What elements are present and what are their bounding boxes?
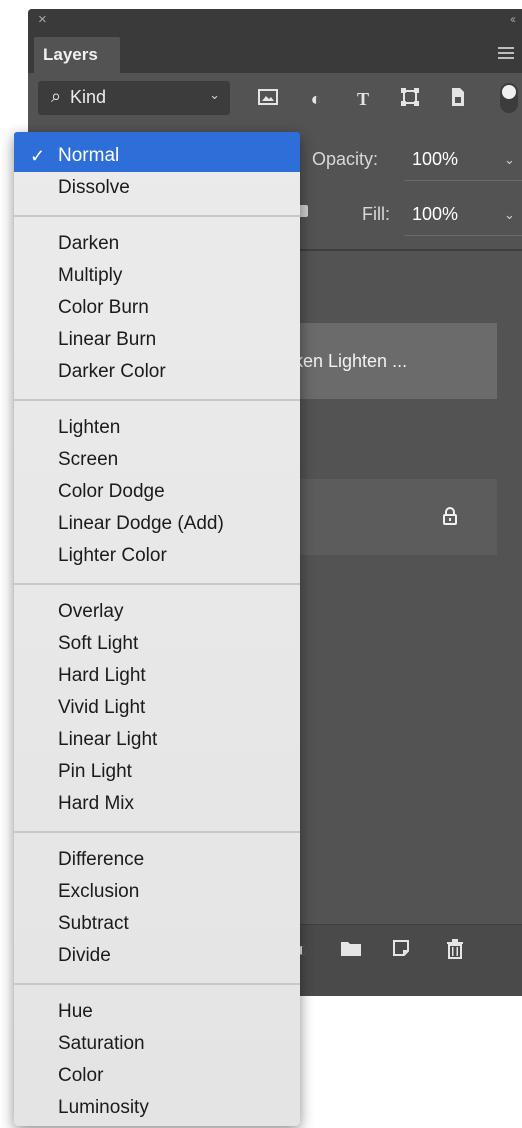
menu-item-label: Hue (58, 1001, 93, 1022)
menu-item-pin-light[interactable]: Pin Light (14, 756, 300, 788)
type-filter-icon[interactable]: T (351, 87, 375, 111)
menu-item-label: Saturation (58, 1033, 145, 1054)
menu-separator (14, 215, 300, 217)
menu-item-label: Linear Dodge (Add) (58, 513, 224, 534)
menu-item-hard-light[interactable]: Hard Light (14, 660, 300, 692)
menu-item-saturation[interactable]: Saturation (14, 1028, 300, 1060)
menu-item-label: Hard Mix (58, 793, 135, 814)
menu-item-label: Dissolve (58, 177, 130, 198)
menu-item-label: Soft Light (58, 633, 139, 654)
menu-separator (14, 399, 300, 401)
trash-icon[interactable] (446, 939, 464, 965)
menu-item-color-burn[interactable]: Color Burn (14, 292, 300, 324)
menu-item-label: Darken (58, 233, 120, 254)
menu-item-subtract[interactable]: Subtract (14, 908, 300, 940)
menu-item-label: Screen (58, 449, 119, 470)
menu-item-vivid-light[interactable]: Vivid Light (14, 692, 300, 724)
menu-item-label: Overlay (58, 601, 124, 622)
menu-item-soft-light[interactable]: Soft Light (14, 628, 300, 660)
menu-item-label: Lighter Color (58, 545, 167, 566)
lock-icon (442, 507, 458, 530)
chevron-down-icon[interactable]: ⌄ (504, 152, 515, 168)
menu-item-label: Linear Burn (58, 329, 157, 350)
fill-underline (404, 235, 522, 236)
fill-label: Fill: (362, 204, 390, 224)
panel-menu-icon[interactable] (498, 47, 514, 62)
menu-item-hard-mix[interactable]: Hard Mix (14, 788, 300, 820)
menu-item-normal[interactable]: ✓ Normal (14, 132, 300, 172)
menu-item-label: Difference (58, 849, 145, 870)
adjustment-filter-icon[interactable]: ◐ (304, 87, 328, 111)
menu-item-divide[interactable]: Divide (14, 940, 300, 972)
menu-item-label: Subtract (58, 913, 129, 934)
panel-titlebar: × ‹‹ (28, 9, 522, 33)
shape-filter-icon[interactable] (398, 87, 422, 111)
search-icon: ⌕ (51, 86, 62, 106)
menu-item-multiply[interactable]: Multiply (14, 260, 300, 292)
filter-toggle[interactable] (500, 83, 518, 113)
folder-icon[interactable] (340, 939, 362, 963)
layer-name: rken Lighten ... (288, 351, 408, 371)
menu-item-label: Pin Light (58, 761, 132, 782)
menu-item-overlay[interactable]: Overlay (14, 596, 300, 628)
menu-item-label: Hard Light (58, 665, 146, 686)
kind-filter-select[interactable]: ⌕ Kind ⌄ (38, 81, 230, 115)
menu-item-linear-light[interactable]: Linear Light (14, 724, 300, 756)
menu-item-label: Exclusion (58, 881, 140, 902)
menu-item-screen[interactable]: Screen (14, 444, 300, 476)
menu-item-label: Color Burn (58, 297, 149, 318)
menu-item-lighten[interactable]: Lighten (14, 412, 300, 444)
chevron-down-icon: ⌄ (209, 87, 220, 102)
panel-tab-row: Layers (28, 33, 522, 73)
chevron-down-icon[interactable]: ⌄ (504, 207, 515, 223)
image-filter-icon[interactable] (256, 87, 280, 111)
menu-item-label: Darker Color (58, 361, 166, 382)
opacity-underline (404, 180, 522, 181)
close-icon[interactable]: × (38, 11, 47, 29)
opacity-input[interactable]: 100% (412, 149, 458, 170)
blend-mode-menu: ✓ Normal Dissolve Darken Multiply Color Burn L… (14, 132, 300, 1126)
menu-item-dissolve[interactable]: Dissolve (14, 172, 300, 204)
kind-filter-label: Kind (70, 87, 107, 107)
opacity-label: Opacity: (312, 149, 379, 169)
menu-item-linear-dodge-add[interactable]: Linear Dodge (Add) (14, 508, 300, 540)
menu-item-label: Divide (58, 945, 111, 966)
tab-layers[interactable]: Layers (34, 37, 120, 73)
tab-layers-label: Layers (43, 45, 98, 64)
menu-item-hue[interactable]: Hue (14, 996, 300, 1028)
menu-item-color[interactable]: Color (14, 1060, 300, 1092)
menu-item-color-dodge[interactable]: Color Dodge (14, 476, 300, 508)
menu-item-darken[interactable]: Darken (14, 228, 300, 260)
new-layer-icon[interactable] (392, 939, 410, 963)
menu-item-label: Lighten (58, 417, 121, 438)
menu-separator (14, 831, 300, 833)
menu-item-label: Luminosity (58, 1097, 149, 1118)
menu-item-exclusion[interactable]: Exclusion (14, 876, 300, 908)
menu-item-label: Multiply (58, 265, 123, 286)
menu-item-difference[interactable]: Difference (14, 844, 300, 876)
menu-item-linear-burn[interactable]: Linear Burn (14, 324, 300, 356)
menu-item-label: Color Dodge (58, 481, 165, 502)
menu-item-label: Linear Light (58, 729, 158, 750)
menu-separator (14, 583, 300, 585)
fill-input[interactable]: 100% (412, 204, 458, 225)
menu-item-darker-color[interactable]: Darker Color (14, 356, 300, 388)
menu-separator (14, 983, 300, 985)
smart-object-filter-icon[interactable] (446, 87, 470, 111)
menu-item-luminosity[interactable]: Luminosity (14, 1092, 300, 1124)
menu-item-label: Color (58, 1065, 104, 1086)
menu-item-label: Vivid Light (58, 697, 146, 718)
menu-item-lighter-color[interactable]: Lighter Color (14, 540, 300, 572)
collapse-icon[interactable]: ‹‹ (510, 12, 516, 26)
